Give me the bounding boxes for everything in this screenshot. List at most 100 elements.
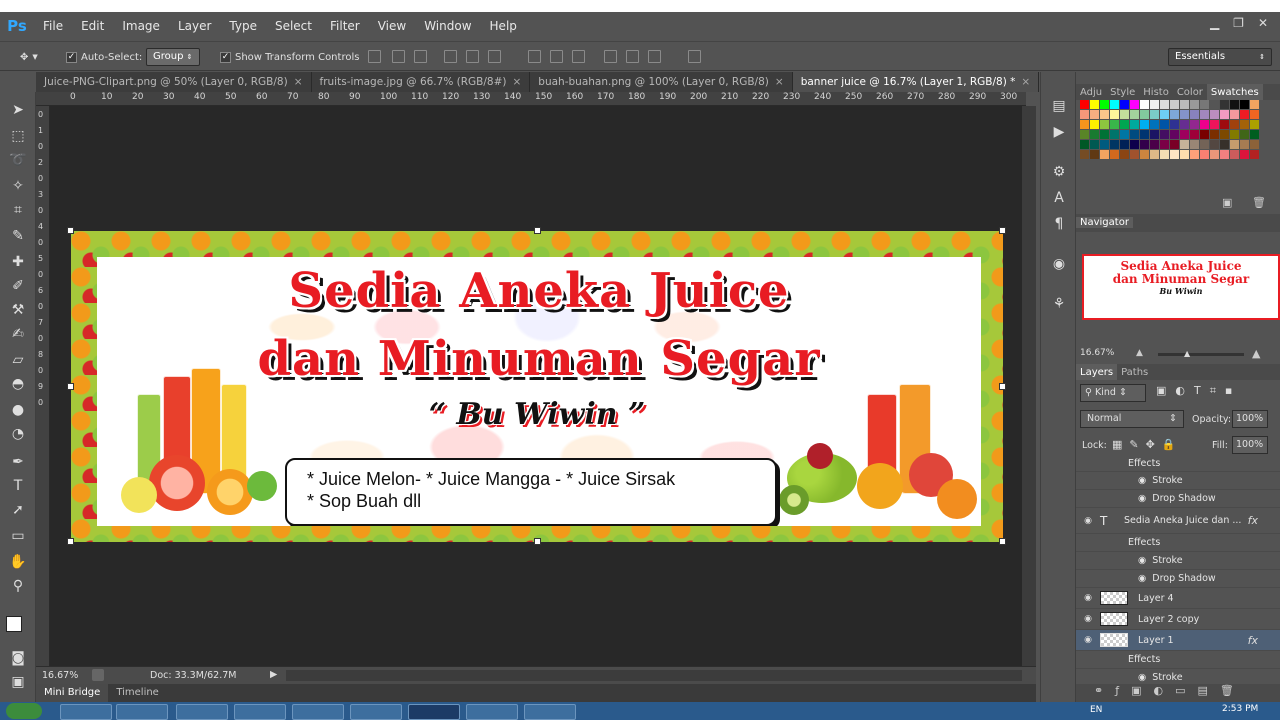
transform-handle-t[interactable]	[534, 227, 541, 234]
eye-icon[interactable]: ◉	[1076, 516, 1100, 526]
banner-artwork[interactable]: Sedia Aneka Juice dan Minuman Segar “ Bu…	[71, 231, 1003, 542]
swatch[interactable]	[1160, 110, 1169, 119]
swatch[interactable]	[1250, 100, 1259, 109]
transform-handle-r[interactable]	[999, 383, 1006, 390]
transform-handle-tr[interactable]	[999, 227, 1006, 234]
menu-layer[interactable]: Layer	[169, 12, 220, 40]
swatch[interactable]	[1240, 120, 1249, 129]
swatch[interactable]	[1180, 130, 1189, 139]
swatch[interactable]	[1240, 150, 1249, 159]
type-tool-icon[interactable]: T	[8, 476, 28, 496]
eye-icon[interactable]: ◉	[1138, 475, 1146, 486]
menu-edit[interactable]: Edit	[72, 12, 113, 40]
swatch[interactable]	[1140, 130, 1149, 139]
layer-effects-row[interactable]: Effects	[1076, 534, 1280, 552]
align-right-icon[interactable]	[488, 50, 501, 63]
clone-source-icon[interactable]: ⚘	[1049, 294, 1069, 314]
swatch[interactable]	[1130, 110, 1139, 119]
taskbar-app-icon[interactable]	[524, 704, 576, 720]
swatch[interactable]	[1110, 100, 1119, 109]
start-button[interactable]	[6, 703, 42, 719]
close-icon[interactable]: ×	[512, 76, 521, 88]
swatch[interactable]	[1130, 130, 1139, 139]
marquee-tool-icon[interactable]: ⬚	[8, 126, 28, 146]
layer-effects-row[interactable]: Effects	[1076, 651, 1280, 669]
swatch[interactable]	[1100, 130, 1109, 139]
eye-icon[interactable]: ◉	[1138, 555, 1146, 566]
swatch[interactable]	[1090, 130, 1099, 139]
swatch[interactable]	[1250, 120, 1259, 129]
distribute-vcenter-icon[interactable]	[550, 50, 563, 63]
swatch[interactable]	[1090, 110, 1099, 119]
tools-preset-icon[interactable]: ⚙	[1049, 162, 1069, 182]
close-icon[interactable]: ×	[294, 76, 303, 88]
swatch[interactable]	[1170, 150, 1179, 159]
history-panel-icon[interactable]: ▤	[1049, 96, 1069, 116]
eraser-tool-icon[interactable]: ▱	[8, 350, 28, 370]
align-top-icon[interactable]	[368, 50, 381, 63]
swatch[interactable]	[1140, 100, 1149, 109]
zoom-tool-icon[interactable]: ⚲	[8, 576, 28, 596]
swatch[interactable]	[1220, 150, 1229, 159]
distribute-hcenter-icon[interactable]	[626, 50, 639, 63]
status-menu-arrow-icon[interactable]: ▶	[270, 669, 277, 680]
swatch[interactable]	[1100, 150, 1109, 159]
fill-value[interactable]: 100%	[1232, 436, 1268, 454]
path-select-tool-icon[interactable]: ➚	[8, 500, 28, 520]
swatch[interactable]	[1150, 130, 1159, 139]
character-panel-icon[interactable]: A	[1049, 188, 1069, 208]
menu-help[interactable]: Help	[481, 12, 526, 40]
swatch[interactable]	[1240, 110, 1249, 119]
pen-tool-icon[interactable]: ✒	[8, 452, 28, 472]
swatch[interactable]	[1140, 150, 1149, 159]
layer-filter-icons[interactable]: ▣◐T⌗▪	[1156, 384, 1241, 398]
swatch[interactable]	[1100, 140, 1109, 149]
3d-panel-icon[interactable]: ◉	[1049, 254, 1069, 274]
swatch[interactable]	[1250, 140, 1259, 149]
layer-filter-dropdown[interactable]: ⚲ Kind ⇕	[1080, 384, 1146, 402]
new-swatch-icon[interactable]: ▣	[1222, 196, 1232, 209]
swatch[interactable]	[1200, 150, 1209, 159]
paint-bucket-tool-icon[interactable]: ◓	[8, 374, 28, 394]
swatch[interactable]	[1160, 130, 1169, 139]
layer-row-layer2-copy[interactable]: ◉ Layer 2 copy	[1076, 609, 1280, 630]
taskbar-firefox-icon[interactable]	[234, 704, 286, 720]
tab-juice-png[interactable]: Juice-PNG-Clipart.png @ 50% (Layer 0, RG…	[36, 72, 312, 92]
swatch[interactable]	[1090, 140, 1099, 149]
menu-image[interactable]: Image	[113, 12, 169, 40]
swatch[interactable]	[1150, 120, 1159, 129]
swatch[interactable]	[1220, 100, 1229, 109]
swatch[interactable]	[1180, 110, 1189, 119]
swatch[interactable]	[1190, 100, 1199, 109]
swatch[interactable]	[1130, 120, 1139, 129]
layer-text-row[interactable]: ◉ T Sedia Aneka Juice dan ... fx	[1076, 508, 1280, 534]
swatch[interactable]	[1120, 100, 1129, 109]
tab-styles[interactable]: Style	[1106, 84, 1139, 100]
close-icon[interactable]: ✕	[1258, 16, 1268, 30]
lock-icons[interactable]: ▦✎✥🔒	[1112, 438, 1183, 451]
swatch[interactable]	[1110, 130, 1119, 139]
transform-handle-l[interactable]	[67, 383, 74, 390]
taskbar-media-icon[interactable]	[116, 704, 168, 720]
swatch[interactable]	[1230, 140, 1239, 149]
navigator-title[interactable]: Navigator	[1076, 217, 1133, 228]
swatch[interactable]	[1120, 120, 1129, 129]
swatch[interactable]	[1140, 110, 1149, 119]
swatch[interactable]	[1160, 120, 1169, 129]
crop-tool-icon[interactable]: ⌗	[8, 200, 28, 220]
layer-effect-drop-shadow[interactable]: ◉ Drop Shadow	[1076, 490, 1280, 508]
swatch[interactable]	[1210, 150, 1219, 159]
tab-fruits-image[interactable]: fruits-image.jpg @ 66.7% (RGB/8#) ×	[312, 72, 531, 92]
swatch[interactable]	[1130, 140, 1139, 149]
auto-align-icon[interactable]	[688, 50, 701, 63]
layer-effect-stroke[interactable]: ◉ Stroke	[1076, 552, 1280, 570]
lasso-tool-icon[interactable]: ➰	[8, 150, 28, 170]
close-icon[interactable]: ×	[1021, 76, 1030, 88]
tab-mini-bridge[interactable]: Mini Bridge	[36, 684, 109, 702]
swatch[interactable]	[1230, 120, 1239, 129]
screen-mode-icon[interactable]: ▣	[8, 672, 28, 692]
swatch[interactable]	[1220, 130, 1229, 139]
swatch[interactable]	[1080, 130, 1089, 139]
transform-handle-tl[interactable]	[67, 227, 74, 234]
swatch[interactable]	[1190, 130, 1199, 139]
